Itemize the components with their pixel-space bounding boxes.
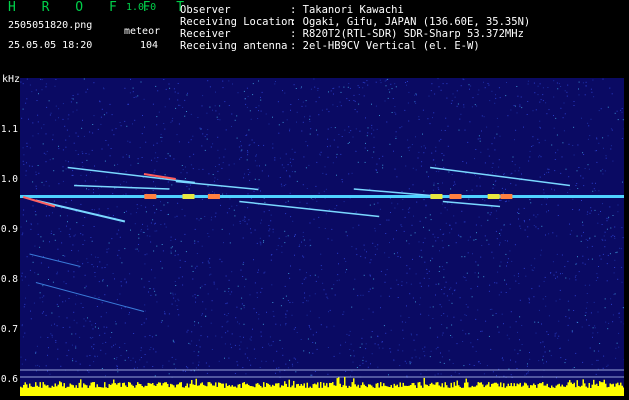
meteor-echo: [449, 194, 462, 199]
y-tick-0.6: 0.6: [0, 374, 18, 385]
meteor-echo: [182, 194, 195, 199]
receiver-label: Receiver: [180, 28, 231, 40]
detection-type: meteor: [124, 26, 161, 37]
carrier-line: [20, 195, 624, 198]
doppler-trace-1: [35, 199, 126, 223]
y-tick-0.9: 0.9: [0, 224, 18, 235]
image-filename: 2505051820.png: [8, 20, 93, 31]
meteor-echo: [487, 194, 500, 199]
y-tick-0.8: 0.8: [0, 274, 18, 285]
frequency-unit-label: kHz: [2, 74, 21, 85]
meteor-echo: [207, 194, 220, 199]
observer-value: : Takanori Kawachi: [290, 4, 404, 16]
app-version: 1.0.0: [126, 2, 157, 13]
doppler-trace-5: [175, 180, 259, 191]
spectrogram-canvas: [20, 78, 624, 396]
observation-datetime: 25.05.05 18:20: [8, 40, 93, 51]
meteor-count: 104: [140, 40, 159, 51]
meteor-echo: [430, 194, 443, 199]
location-label: Receiving Location: [180, 16, 294, 28]
doppler-trace-10: [35, 282, 145, 312]
app-title: H R O F F T: [8, 0, 194, 15]
meteor-echo: [500, 194, 513, 199]
y-tick-0.7: 0.7: [0, 324, 18, 335]
antenna-value: : 2el-HB9CV Vertical (el. E-W): [290, 40, 480, 52]
spectrogram-plot: [20, 78, 624, 396]
noise-level-bars: [20, 376, 624, 396]
doppler-trace-2: [22, 196, 56, 208]
meteor-echo: [144, 194, 157, 199]
location-value: : Ogaki, Gifu, JAPAN (136.60E, 35.35N): [290, 16, 531, 28]
y-tick-1.1: 1.1: [0, 124, 18, 135]
noise-speckle-layer: [20, 78, 624, 379]
antenna-label: Receiving antenna: [180, 40, 288, 52]
y-tick-1.0: 1.0: [0, 174, 18, 185]
doppler-trace-7: [429, 166, 571, 187]
receiver-value: : R820T2(RTL-SDR) SDR-Sharp 53.372MHz: [290, 28, 524, 40]
doppler-trace-6: [239, 200, 380, 218]
doppler-trace-11: [29, 253, 81, 267]
header-panel: H R O F F T 1.0.0 2505051820.png meteor …: [0, 0, 629, 72]
observer-label: Observer: [180, 4, 231, 16]
